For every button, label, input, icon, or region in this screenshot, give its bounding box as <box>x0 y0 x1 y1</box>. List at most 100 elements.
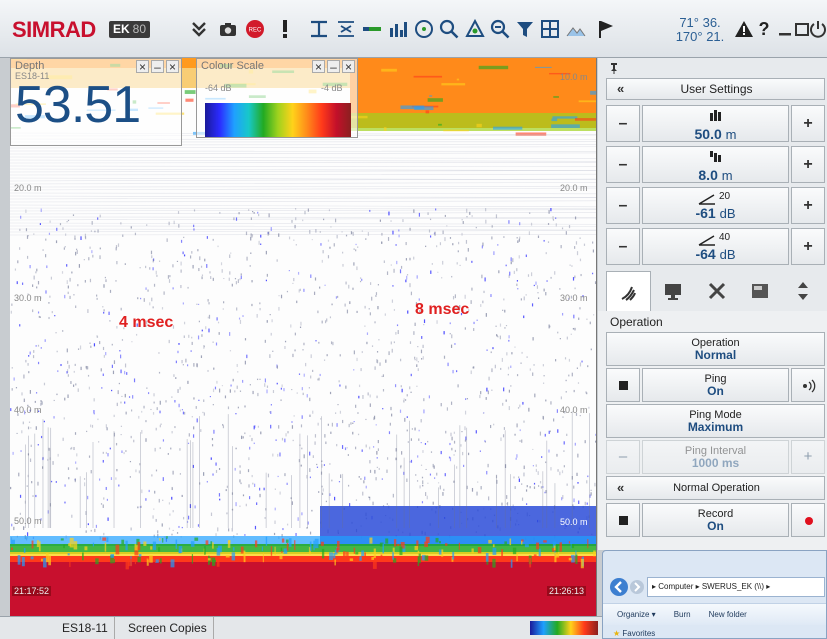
alert-icon[interactable] <box>273 18 297 40</box>
range-minus-button[interactable]: – <box>606 105 640 142</box>
normal-operation-button[interactable]: « Normal Operation <box>606 476 825 500</box>
zoom-icon[interactable] <box>334 18 358 40</box>
bar-icon[interactable] <box>360 18 384 40</box>
tvg-angle-icon: 20 <box>643 191 788 205</box>
start-bars-icon <box>709 151 721 162</box>
filter-icon[interactable] <box>513 18 537 40</box>
arrows-updown-icon <box>798 282 809 300</box>
power-icon[interactable] <box>806 18 827 40</box>
user-settings-label: User Settings <box>680 82 753 96</box>
ping-mode-button[interactable]: Ping Mode Maximum <box>606 404 825 438</box>
file-explorer-window[interactable]: ▸ Computer ▸ SWERUS_EK (\\) ▸ Organize ▾… <box>602 550 827 639</box>
brand-logo: SIMRAD <box>12 17 96 42</box>
collapse-icon[interactable]: × <box>312 60 325 73</box>
start-plus-button[interactable]: + <box>791 146 825 183</box>
collapse-icon[interactable]: × <box>136 60 149 73</box>
back-icon[interactable] <box>609 577 629 602</box>
target-icon[interactable] <box>412 18 436 40</box>
record-icon[interactable]: REC <box>243 18 267 40</box>
tab-setup[interactable] <box>695 271 738 311</box>
tab-screen-copies[interactable]: Screen Copies <box>122 617 214 639</box>
address-bar[interactable]: ▸ Computer ▸ SWERUS_EK (\\) ▸ <box>647 577 825 597</box>
range-plus-button[interactable]: + <box>791 105 825 142</box>
colour-strip <box>530 621 598 635</box>
flag-icon[interactable] <box>594 18 618 40</box>
model-badge: EK 80 <box>109 21 151 38</box>
record-start-button[interactable] <box>791 503 825 537</box>
minimize-icon[interactable]: – <box>151 60 164 73</box>
range-value-button[interactable]: 50.0 m <box>642 105 789 142</box>
layout-icon <box>751 284 768 298</box>
tab-display[interactable] <box>651 271 694 311</box>
range-icon[interactable] <box>307 18 331 40</box>
svg-text:REC: REC <box>249 28 262 34</box>
ping-sound-button[interactable] <box>791 368 825 402</box>
tvg40-value: -64 dB <box>695 246 736 262</box>
tab-es18-11[interactable]: ES18-11 <box>56 617 115 639</box>
minimize-icon[interactable]: – <box>327 60 340 73</box>
colour-scale-panel[interactable]: Colour Scale -64 dB -4 dB × – × <box>196 58 358 138</box>
colour-scale-max: -4 dB <box>321 83 343 93</box>
start-value-button[interactable]: 8.0 m <box>642 146 789 183</box>
pin-icon[interactable] <box>608 61 620 79</box>
depth-label-left: 20.0 m <box>14 183 42 193</box>
tvg40-value-button[interactable]: 40 -64 dB <box>642 228 789 265</box>
shape-icon[interactable] <box>463 18 487 40</box>
operation-button[interactable]: Operation Normal <box>606 332 825 366</box>
ping-stop-button[interactable] <box>606 368 640 402</box>
new-folder-button[interactable]: New folder <box>709 604 747 625</box>
record-value: On <box>707 519 724 533</box>
ping-mode-value: Maximum <box>687 420 744 434</box>
ping-interval-plus-button[interactable]: + <box>791 440 825 474</box>
stop-icon <box>619 516 628 525</box>
position-readout: 71° 36. 170° 21. <box>668 16 732 44</box>
search-minus-icon[interactable] <box>488 18 512 40</box>
depth-label-right: 10.0 m <box>560 72 588 82</box>
tvg20-value-button[interactable]: 20 -61 dB <box>642 187 789 224</box>
ping-interval-button[interactable]: Ping Interval 1000 ms <box>642 440 789 474</box>
user-settings-button[interactable]: « User Settings <box>606 78 825 100</box>
record-button[interactable]: Record On <box>642 503 789 537</box>
organize-menu[interactable]: Organize ▾ <box>617 604 656 625</box>
top-toolbar: SIMRAD EK 80 REC 71° 36. 170° 21. ? <box>0 0 827 58</box>
tvg20-plus-button[interactable]: + <box>791 187 825 224</box>
tab-output[interactable] <box>782 271 825 311</box>
start-minus-button[interactable]: – <box>606 146 640 183</box>
tab-active[interactable] <box>738 271 781 311</box>
camera-icon[interactable] <box>216 18 240 40</box>
terrain-icon[interactable] <box>564 18 588 40</box>
tvg40-minus-button[interactable]: – <box>606 228 640 265</box>
start-stepper: – 8.0 m + <box>606 146 825 183</box>
start-value: 8.0 m <box>698 167 733 183</box>
tab-operation[interactable] <box>606 271 652 311</box>
tvg40-stepper: – 40 -64 dB + <box>606 228 825 265</box>
depth-value: 53.51 <box>15 76 141 134</box>
depth-label-right: 20.0 m <box>560 183 588 193</box>
ping-button[interactable]: Ping On <box>642 368 789 402</box>
close-icon[interactable]: × <box>166 60 179 73</box>
record-stop-button[interactable] <box>606 503 640 537</box>
chart-icon[interactable] <box>386 18 410 40</box>
tvg20-minus-button[interactable]: – <box>606 187 640 224</box>
burn-button[interactable]: Burn <box>674 604 691 625</box>
ping-interval-minus-button[interactable]: – <box>606 440 640 474</box>
colour-scale-bar <box>205 103 351 137</box>
tools-icon <box>708 282 725 300</box>
depth-label-left: 50.0 m <box>14 516 42 526</box>
echogram-view[interactable]: 20.0 m 30.0 m 40.0 m 50.0 m 10.0 m 20.0 … <box>10 58 597 616</box>
depth-panel-controls: × – × <box>136 60 179 73</box>
range-bars-icon <box>709 110 721 121</box>
operation-value: Normal <box>694 348 737 362</box>
tvg-angle-icon: 40 <box>643 232 788 246</box>
grid-icon[interactable] <box>538 18 562 40</box>
depth-panel[interactable]: Depth ES18-11 × – × 53.51 <box>10 58 182 146</box>
close-icon[interactable]: × <box>342 60 355 73</box>
section-title: Operation <box>610 315 663 329</box>
search-icon[interactable] <box>437 18 461 40</box>
forward-icon[interactable] <box>629 579 645 600</box>
record-dot-icon <box>805 517 813 525</box>
tvg40-plus-button[interactable]: + <box>791 228 825 265</box>
pulse-annotation-4ms: 4 msec <box>119 314 174 331</box>
favorites-item[interactable]: ★ Favorites <box>613 629 655 638</box>
chevrons-down-icon[interactable] <box>187 18 211 40</box>
